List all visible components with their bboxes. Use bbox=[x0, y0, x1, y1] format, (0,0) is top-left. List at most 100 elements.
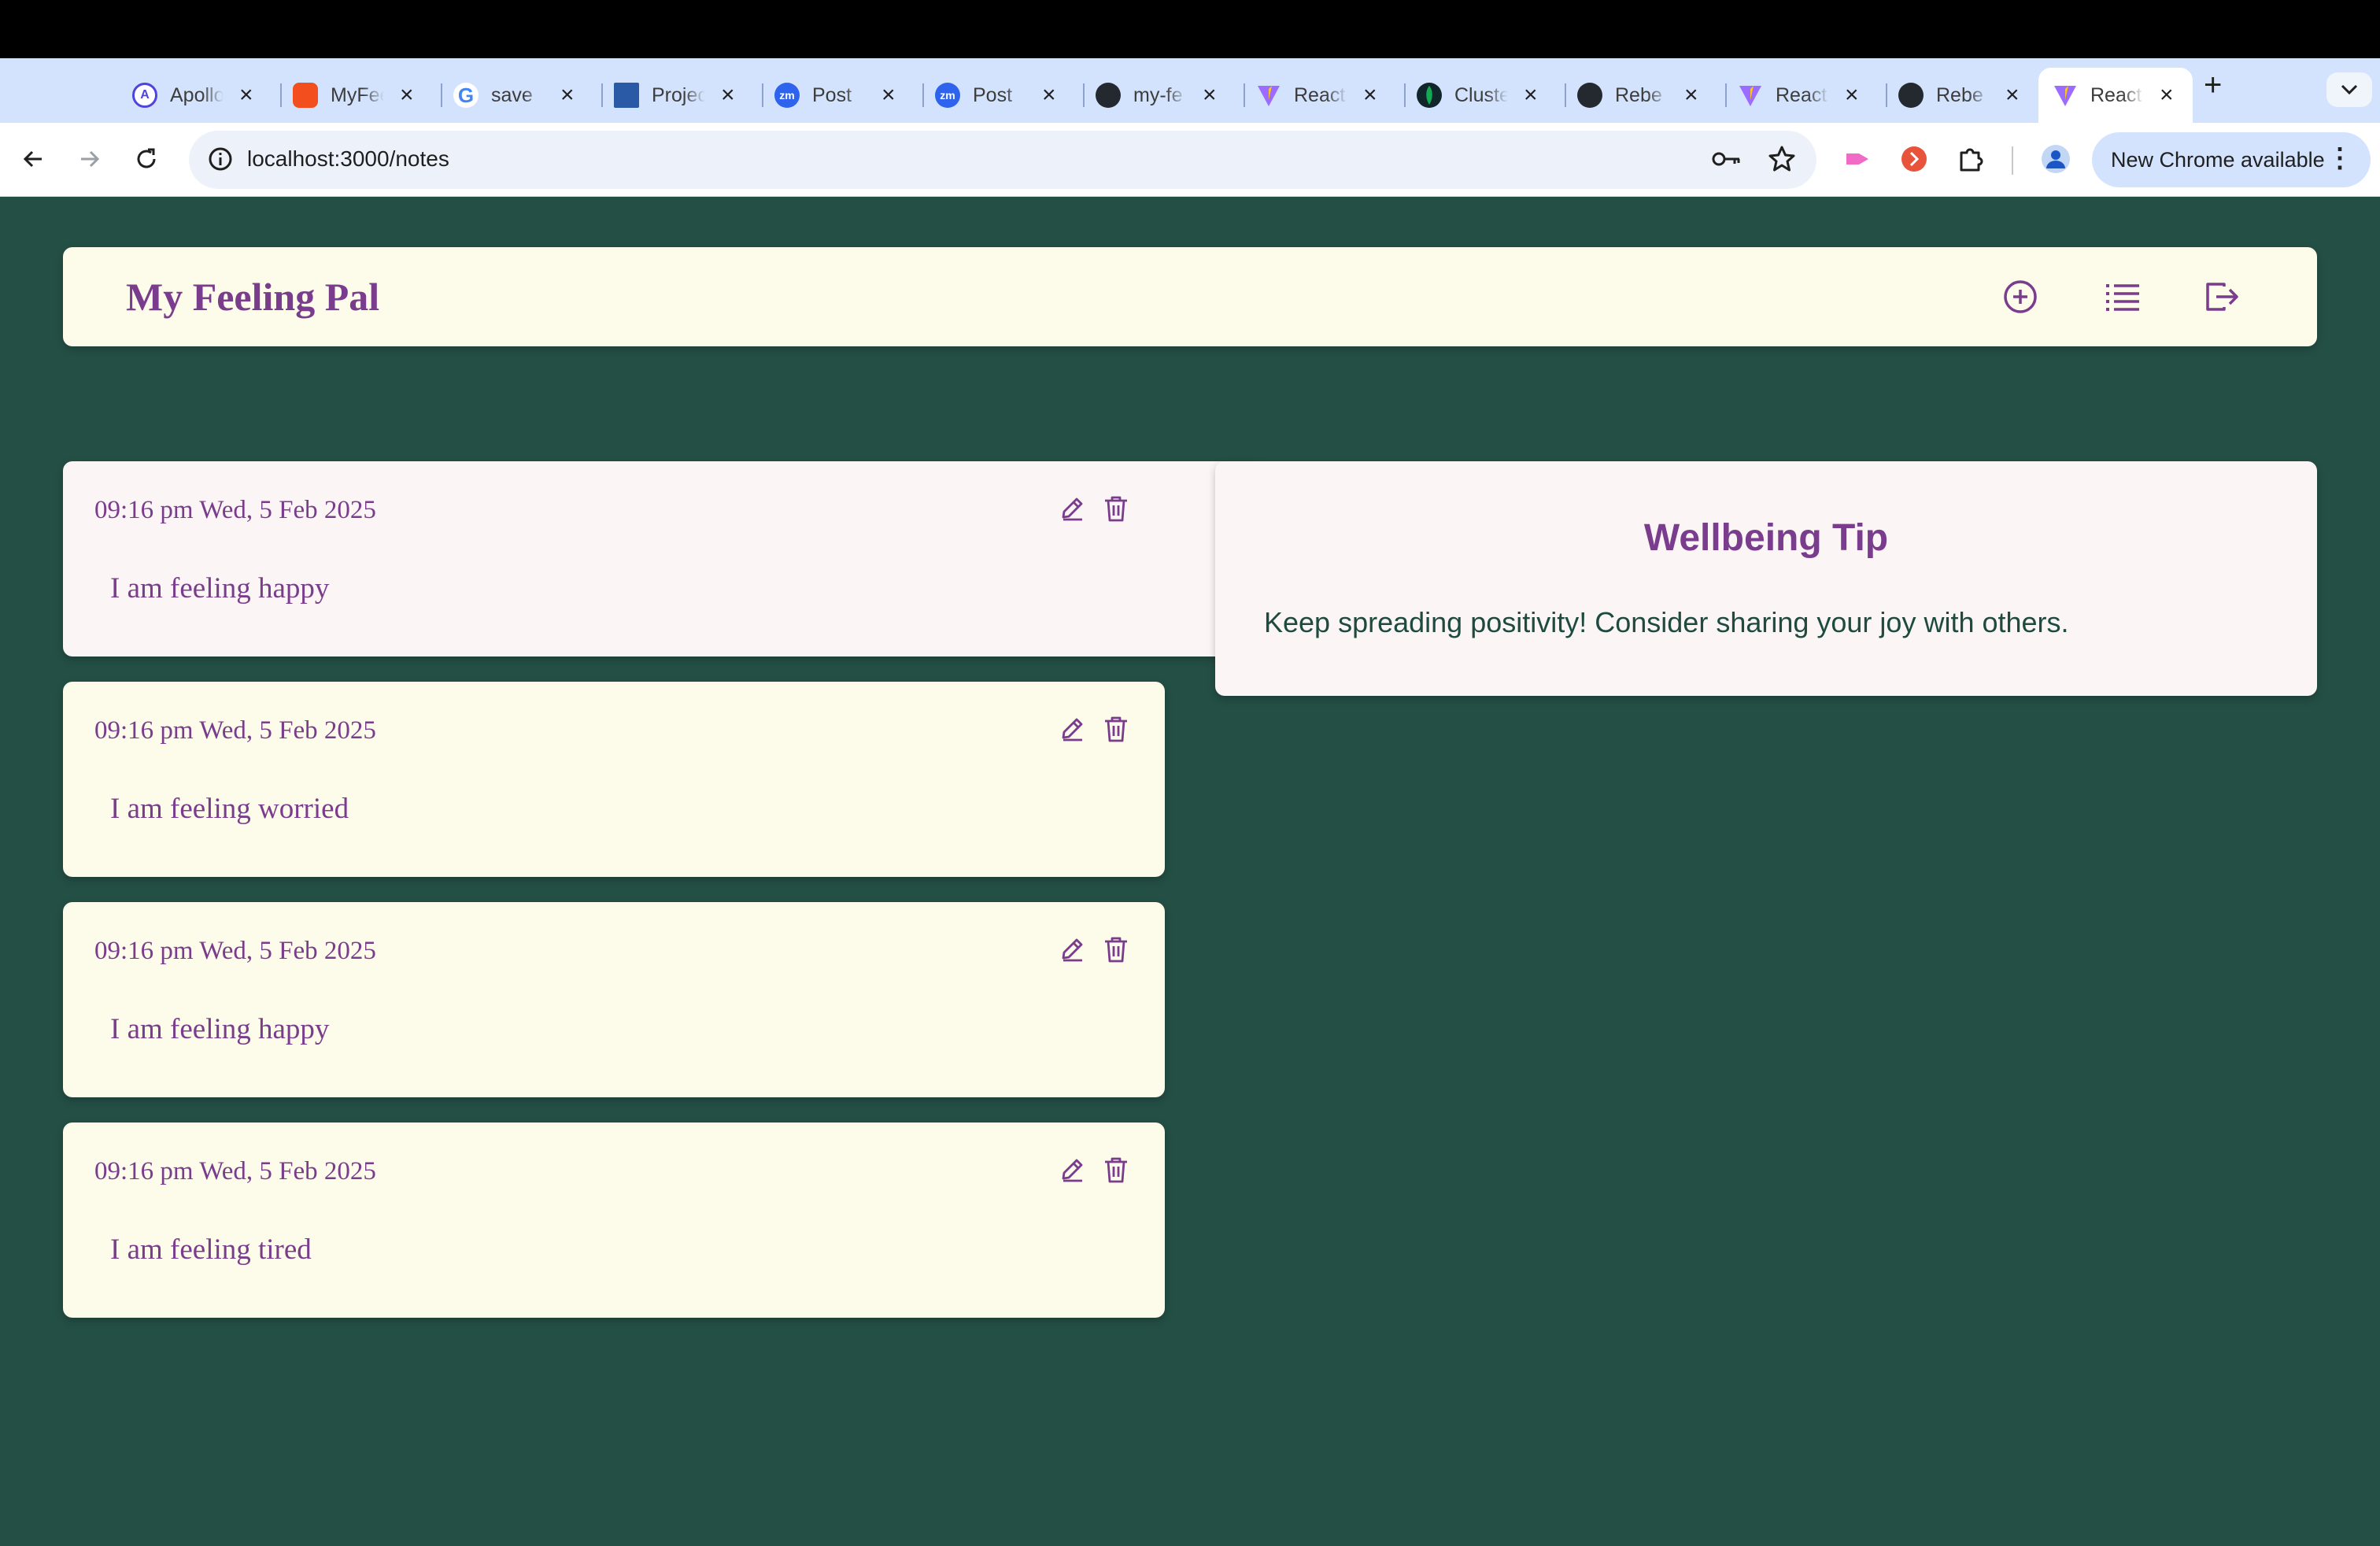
close-tab-icon[interactable]: × bbox=[560, 83, 575, 107]
browser-tab[interactable]: MyFeeling × bbox=[279, 68, 442, 123]
tab-title: Rebe bbox=[1615, 83, 1662, 106]
list-icon[interactable] bbox=[2101, 276, 2144, 318]
wellbeing-tip-card: Wellbeing Tip Keep spreading positivity!… bbox=[1215, 461, 2317, 696]
browser-tab[interactable]: React × bbox=[1242, 68, 1406, 123]
macos-menu-strip bbox=[0, 0, 2380, 58]
vite-icon bbox=[1256, 83, 1281, 108]
update-label: New Chrome available bbox=[2111, 147, 2325, 172]
url-text[interactable]: localhost:3000/notes bbox=[247, 146, 449, 172]
logout-icon[interactable] bbox=[2201, 276, 2243, 318]
tab-search-button[interactable] bbox=[2326, 72, 2372, 107]
extension-red-icon[interactable] bbox=[1895, 140, 1933, 178]
github-actions-icon bbox=[1096, 83, 1121, 108]
tab-title: Rebe bbox=[1936, 83, 1983, 106]
zoom-icon: zm bbox=[935, 83, 960, 108]
trash-icon[interactable] bbox=[1100, 493, 1132, 524]
toolbar-divider bbox=[2012, 146, 2013, 175]
extension-pink-icon[interactable] bbox=[1839, 140, 1876, 178]
mongodb-icon bbox=[1417, 83, 1442, 108]
browser-tab[interactable]: Rebe × bbox=[1884, 68, 2048, 123]
close-tab-icon[interactable]: × bbox=[1042, 83, 1056, 107]
close-tab-icon[interactable]: × bbox=[239, 83, 253, 107]
note-text: I am feeling happy bbox=[110, 572, 330, 605]
close-tab-icon[interactable]: × bbox=[2005, 83, 2020, 107]
tab-title: my-fe bbox=[1133, 83, 1183, 106]
close-tab-icon[interactable]: × bbox=[721, 83, 735, 107]
edit-icon[interactable] bbox=[1056, 934, 1088, 965]
tab-title: React bbox=[1776, 83, 1828, 106]
back-button[interactable] bbox=[14, 140, 52, 178]
reload-icon bbox=[137, 148, 156, 168]
browser-tab[interactable]: React × bbox=[1724, 68, 1887, 123]
browser-tab[interactable]: my-fe × bbox=[1081, 68, 1245, 123]
bookmark-star-icon[interactable] bbox=[1766, 143, 1798, 179]
kebab-menu-icon[interactable]: ⋮ bbox=[2326, 145, 2353, 172]
browser-tab-active[interactable]: React × bbox=[2038, 68, 2193, 123]
new-tab-button[interactable]: + bbox=[2204, 69, 2222, 101]
close-tab-icon[interactable]: × bbox=[1203, 83, 1217, 107]
browser-tab[interactable]: Cluster × bbox=[1402, 68, 1566, 123]
note-date: 09:16 pm Wed, 5 Feb 2025 bbox=[94, 716, 376, 745]
tab-title: Project bbox=[652, 83, 705, 106]
arrow-left-icon bbox=[23, 150, 42, 168]
note-date: 09:16 pm Wed, 5 Feb 2025 bbox=[94, 1157, 376, 1185]
note-date: 09:16 pm Wed, 5 Feb 2025 bbox=[94, 496, 376, 524]
browser-tab[interactable]: A Apollo × bbox=[118, 68, 282, 123]
address-bar[interactable]: localhost:3000/notes bbox=[189, 131, 1816, 189]
forward-button[interactable] bbox=[71, 140, 109, 178]
tab-title: React bbox=[2090, 83, 2142, 106]
browser-tab[interactable]: zm Post × bbox=[760, 68, 924, 123]
tab-title: save bbox=[491, 83, 533, 106]
browser-tab[interactable]: zm Post × bbox=[921, 68, 1085, 123]
note-card: 09:16 pm Wed, 5 Feb 2025 I am feeling ha… bbox=[63, 902, 1165, 1097]
browser-tab[interactable]: G save × bbox=[439, 68, 603, 123]
add-note-icon[interactable] bbox=[1999, 276, 2042, 318]
close-tab-icon[interactable]: × bbox=[1524, 83, 1538, 107]
note-text: I am feeling worried bbox=[110, 793, 349, 825]
close-tab-icon[interactable]: × bbox=[881, 83, 896, 107]
new-chrome-available-button[interactable]: New Chrome available ⋮ bbox=[2092, 132, 2371, 187]
browser-toolbar: localhost:3000/notes New Chrome availabl… bbox=[0, 123, 2380, 197]
github-icon bbox=[1577, 83, 1602, 108]
zoom-icon: zm bbox=[774, 83, 800, 108]
close-tab-icon[interactable]: × bbox=[1845, 83, 1859, 107]
github-icon bbox=[1898, 83, 1924, 108]
browser-tab[interactable]: Project × bbox=[600, 68, 763, 123]
arrow-right-icon bbox=[81, 150, 100, 168]
trash-icon[interactable] bbox=[1100, 713, 1132, 745]
close-tab-icon[interactable]: × bbox=[400, 83, 414, 107]
profile-avatar-icon[interactable] bbox=[2037, 140, 2075, 178]
app-header: My Feeling Pal bbox=[63, 247, 2317, 346]
app-title[interactable]: My Feeling Pal bbox=[126, 274, 379, 320]
note-text: I am feeling happy bbox=[110, 1013, 330, 1045]
trash-icon[interactable] bbox=[1100, 934, 1132, 965]
trash-icon[interactable] bbox=[1100, 1154, 1132, 1185]
edit-icon[interactable] bbox=[1056, 713, 1088, 745]
figma-icon bbox=[293, 83, 318, 108]
note-text: I am feeling tired bbox=[110, 1233, 312, 1266]
google-icon: G bbox=[453, 83, 479, 108]
reload-button[interactable] bbox=[128, 140, 165, 178]
edit-icon[interactable] bbox=[1056, 1154, 1088, 1185]
tab-title: Post bbox=[973, 83, 1013, 106]
site-info-icon[interactable] bbox=[206, 145, 235, 177]
extensions-puzzle-icon[interactable] bbox=[1952, 140, 1990, 178]
note-date: 09:16 pm Wed, 5 Feb 2025 bbox=[94, 937, 376, 965]
close-tab-icon[interactable]: × bbox=[1684, 83, 1698, 107]
tab-title: React bbox=[1294, 83, 1346, 106]
edit-icon[interactable] bbox=[1056, 493, 1088, 524]
close-tab-icon[interactable]: × bbox=[1363, 83, 1377, 107]
note-card: 09:16 pm Wed, 5 Feb 2025 I am feeling ti… bbox=[63, 1123, 1165, 1318]
apollo-icon: A bbox=[132, 83, 157, 108]
tab-title: Cluster bbox=[1454, 83, 1508, 106]
password-key-icon[interactable] bbox=[1711, 146, 1743, 176]
close-tab-icon[interactable]: × bbox=[2160, 83, 2174, 107]
tab-title: Post bbox=[812, 83, 852, 106]
note-card: 09:16 pm Wed, 5 Feb 2025 I am feeling ha… bbox=[63, 461, 1259, 656]
tip-title: Wellbeing Tip bbox=[1643, 517, 1889, 559]
project-board-icon bbox=[614, 83, 639, 108]
vite-icon bbox=[1738, 83, 1763, 108]
chevron-down-icon bbox=[2341, 84, 2358, 95]
browser-tab[interactable]: Rebe × bbox=[1563, 68, 1727, 123]
vite-icon bbox=[2053, 83, 2078, 108]
